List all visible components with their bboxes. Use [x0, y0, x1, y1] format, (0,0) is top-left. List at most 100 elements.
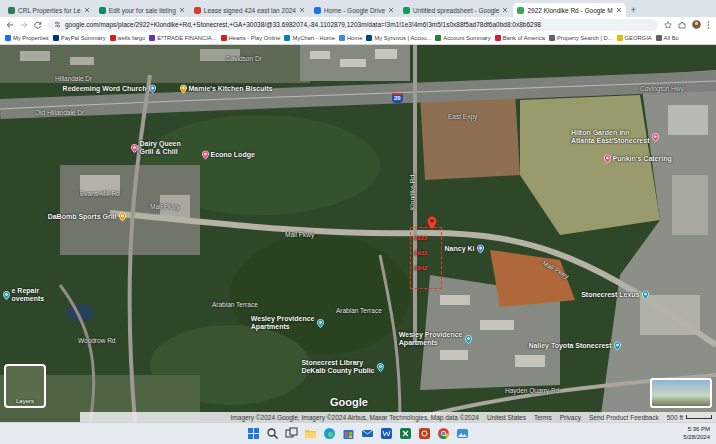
clock[interactable]: 5:36 PM5/28/2024	[683, 426, 716, 441]
forward-icon[interactable]	[20, 21, 28, 29]
footer-link[interactable]: Terms	[534, 414, 552, 421]
bookmark[interactable]: My Synovus | Accou...	[366, 35, 431, 41]
footer-link[interactable]: Privacy	[560, 414, 581, 421]
parcel-label: 2932	[414, 250, 427, 256]
close-icon[interactable]	[299, 7, 305, 14]
new-tab-button[interactable]: +	[627, 3, 640, 17]
close-icon[interactable]	[388, 7, 394, 14]
back-icon[interactable]	[6, 21, 14, 29]
close-icon[interactable]	[179, 7, 185, 14]
file-explorer-icon[interactable]	[304, 427, 317, 440]
place-pin-icon[interactable]	[149, 85, 156, 94]
place-pin-icon[interactable]	[477, 245, 484, 254]
map-place[interactable]: Punkin's Catering	[604, 155, 672, 164]
place-pin-icon[interactable]	[119, 213, 126, 222]
map-place[interactable]: Nancy Ki	[445, 245, 484, 254]
menu-icon[interactable]	[707, 21, 710, 29]
place-pin-icon[interactable]	[317, 319, 324, 328]
place-pin-icon[interactable]	[604, 155, 611, 164]
extensions-icon[interactable]	[678, 21, 686, 29]
bookmark[interactable]: Account Summary	[435, 35, 490, 41]
place-label: Wesley Providence Apartments	[399, 331, 463, 347]
word-icon[interactable]	[380, 427, 393, 440]
address-row: google.com/maps/place/2922+Klondike+Rd,+…	[0, 17, 716, 32]
bookmark[interactable]: Bank of America	[495, 35, 545, 41]
bookmark[interactable]: E*TRADE FINANCIA...	[149, 35, 216, 41]
browser-tab[interactable]: 2922 Klondike Rd - Google M	[513, 3, 625, 17]
excel-icon[interactable]	[399, 427, 412, 440]
bookmark[interactable]: All Bo	[656, 35, 679, 41]
bookmark[interactable]: Home	[339, 35, 362, 41]
bookmark[interactable]: MyChart - Home	[284, 35, 335, 41]
street-view-thumbnail[interactable]	[650, 378, 712, 408]
place-label: Nalley Toyota Stonecrest	[528, 342, 611, 350]
close-icon[interactable]	[616, 7, 622, 14]
map-place[interactable]: Stonecrest Library DeKalb County Public	[301, 359, 383, 375]
place-pin-icon[interactable]	[377, 363, 384, 372]
map-footer: Imagery ©2024 Google, Imagery ©2024 Airb…	[80, 412, 716, 422]
store-icon[interactable]	[342, 427, 355, 440]
place-pin-icon[interactable]	[465, 335, 472, 344]
footer-link[interactable]: Send Product Feedback	[589, 414, 659, 421]
map-place[interactable]: Wesley Providence Apartments	[399, 331, 472, 347]
map-place[interactable]: Econo Lodge	[202, 151, 255, 160]
url-field[interactable]: google.com/maps/place/2922+Klondike+Rd,+…	[48, 19, 658, 31]
road-label: Arabian Terrace	[336, 307, 382, 314]
start-icon[interactable]	[247, 427, 260, 440]
close-icon[interactable]	[84, 7, 90, 14]
bookmark-favicon-icon	[495, 35, 501, 41]
road-label: Hillandale Dr	[55, 75, 92, 82]
map-place[interactable]: Stonecrest Lexus	[581, 291, 648, 300]
bookmarks-bar: My Properties PayPal Summary wells fargoE*…	[0, 32, 716, 45]
browser-tab[interactable]: Edit your for sale listing	[95, 3, 189, 17]
star-icon[interactable]	[664, 21, 672, 29]
search-icon[interactable]	[266, 427, 279, 440]
map-place[interactable]: Nalley Toyota Stonecrest	[528, 342, 620, 351]
bookmark[interactable]: GEORGIA	[617, 35, 652, 41]
map-place[interactable]: Hilton Garden Inn Atlanta East/Stonecres…	[571, 129, 659, 145]
footer-link[interactable]: United States	[487, 414, 526, 421]
place-pin-icon[interactable]	[131, 144, 138, 153]
road-label: Hayden Quarry Rd	[505, 387, 559, 394]
bookmark[interactable]: wells fargo	[110, 35, 146, 41]
layers-button[interactable]: Layers	[4, 364, 46, 408]
location-pin-icon[interactable]	[427, 216, 437, 234]
bookmark[interactable]: PayPal Summary	[53, 35, 106, 41]
scale-bar[interactable]: 500 ft	[667, 414, 712, 421]
map-place[interactable]: Wesley Providence Apartments	[251, 315, 324, 331]
map-place[interactable]: e Repair ovements	[3, 287, 45, 303]
place-label: Punkin's Catering	[613, 155, 672, 163]
browser-tab[interactable]: Home - Google Drive	[310, 3, 398, 17]
reload-icon[interactable]	[34, 21, 42, 29]
road-name: Hillandale Dr	[55, 75, 92, 82]
profile-icon[interactable]	[692, 20, 701, 29]
bookmark-label: Property Search | D...	[557, 35, 613, 41]
place-pin-icon[interactable]	[180, 85, 187, 94]
place-pin-icon[interactable]	[652, 133, 659, 142]
powerpoint-icon[interactable]	[418, 427, 431, 440]
site-info-icon[interactable]	[54, 21, 61, 28]
mail-icon[interactable]	[361, 427, 374, 440]
map-place[interactable]: Dairy Queen Grill & Chill	[131, 140, 181, 156]
edge-icon[interactable]	[323, 427, 336, 440]
map-place[interactable]: DaBomb Sports Grill	[48, 213, 126, 222]
place-pin-icon[interactable]	[202, 151, 209, 160]
task-view-icon[interactable]	[285, 427, 298, 440]
browser-tab[interactable]: CRL Properties for Le	[4, 3, 94, 17]
close-icon[interactable]	[502, 7, 508, 14]
browser-tab[interactable]: Untitled spreadsheet - Google	[399, 3, 512, 17]
bookmark[interactable]: My Properties	[5, 35, 49, 41]
photos-icon[interactable]	[456, 427, 469, 440]
map-place[interactable]: Mamie's Kitchen Biscuits	[180, 85, 273, 94]
place-pin-icon[interactable]	[642, 291, 649, 300]
road-name: Mall Pkwy	[285, 231, 314, 238]
browser-tab[interactable]: Lease signed 424 east lan 2024	[190, 3, 309, 17]
place-pin-icon[interactable]	[3, 291, 10, 300]
place-pin-icon[interactable]	[614, 342, 621, 351]
map-place[interactable]: Redeeming Word Church	[63, 85, 156, 94]
highway-shield: 20	[392, 93, 403, 103]
chrome-icon[interactable]	[437, 427, 450, 440]
bookmark[interactable]: Property Search | D...	[549, 35, 613, 41]
map-view[interactable]: Davidson DrRedeeming Word ChurchMamie's …	[0, 45, 716, 422]
bookmark[interactable]: Hearts - Play Online	[221, 35, 281, 41]
